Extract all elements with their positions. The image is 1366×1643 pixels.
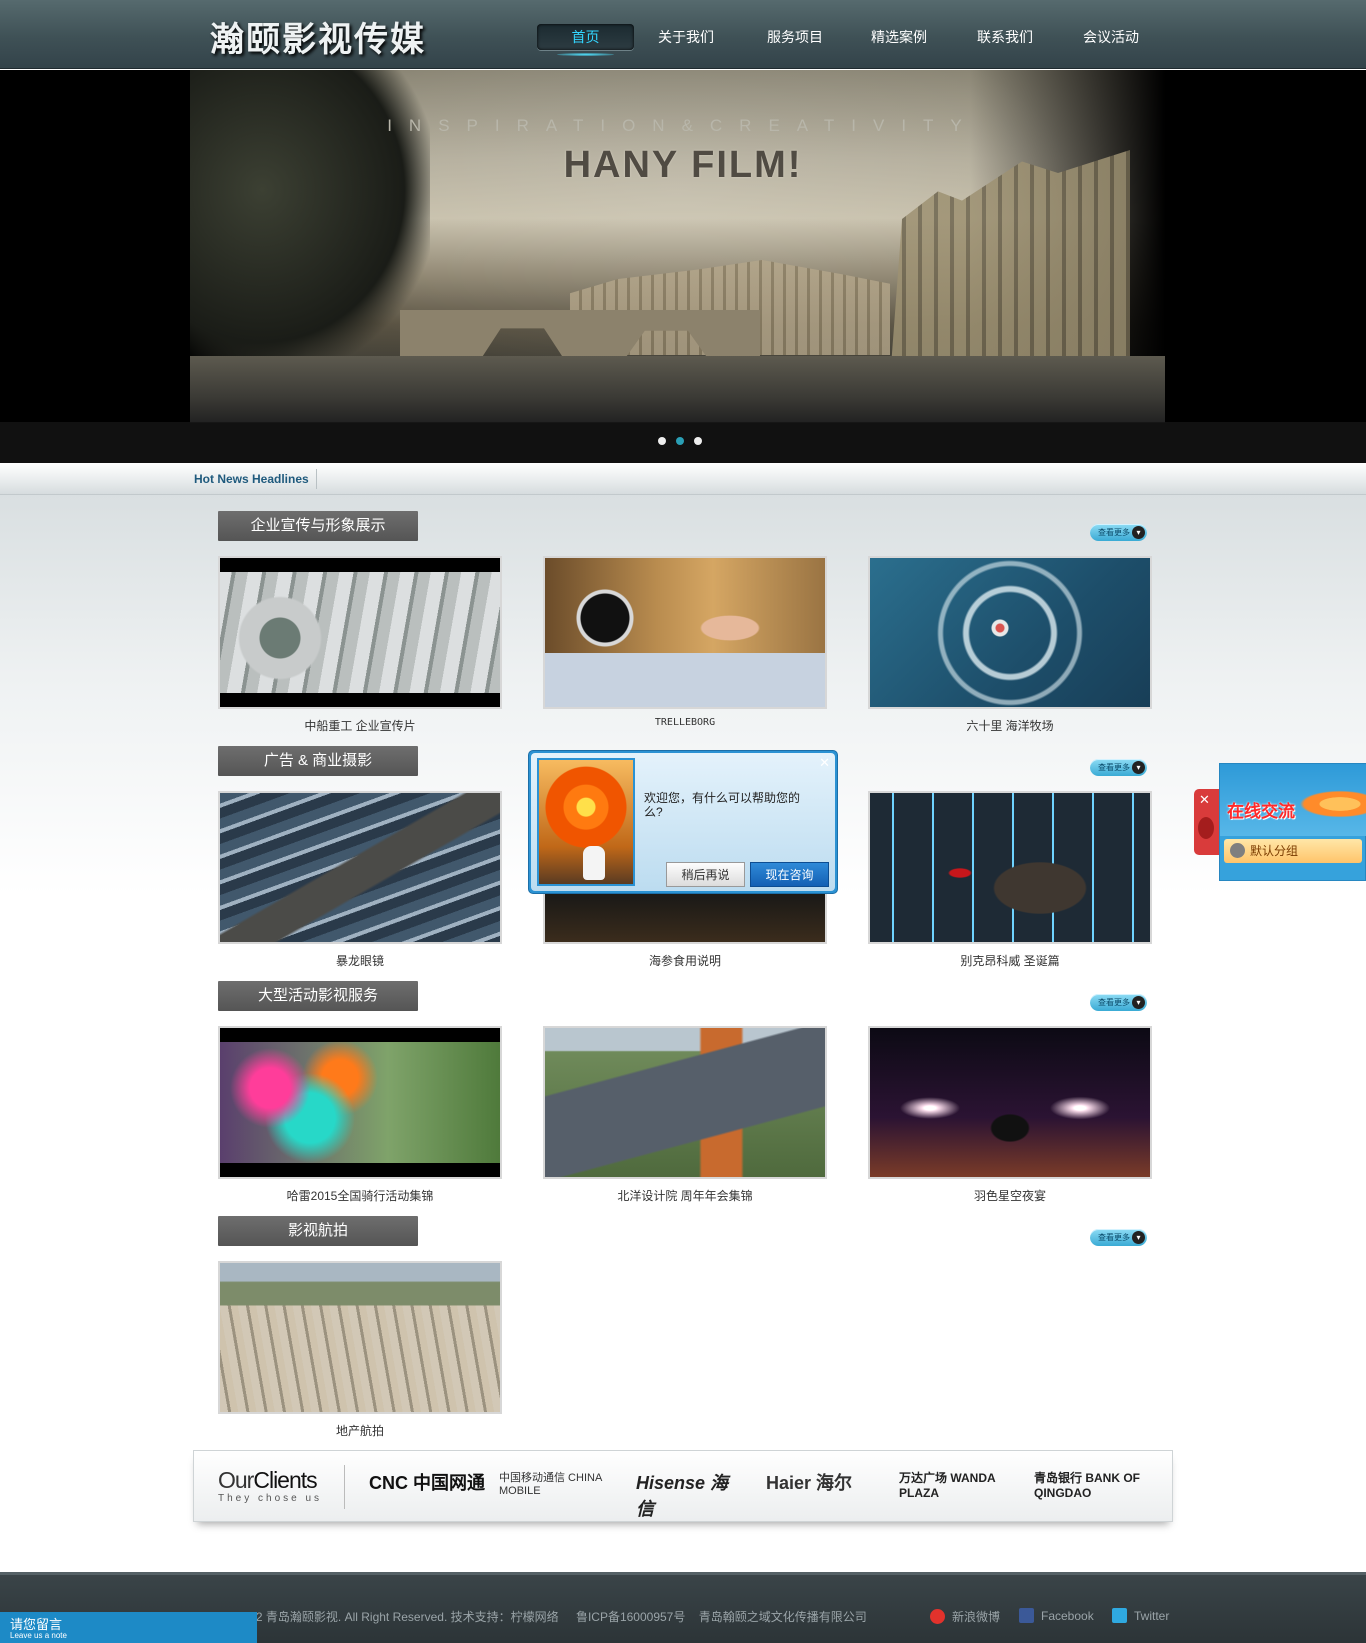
close-icon[interactable]: ✕ [1199, 792, 1210, 808]
popup-message: 欢迎您，有什么可以帮助您的么? [644, 791, 801, 819]
video-thumbnail[interactable] [868, 791, 1152, 944]
more-label: 查看更多 [1098, 763, 1130, 772]
weibo-icon [930, 1609, 945, 1624]
nav-home[interactable]: 首页 [537, 24, 634, 56]
client-logo-qingdao-bank[interactable]: 青岛银行 BANK OF QINGDAO [1034, 1469, 1144, 1500]
clients-strip: OurClients They chose us CNC 中国网通 中国移动通信… [193, 1450, 1173, 1522]
hero-banner[interactable]: INSPIRATION&CREATIVITY HANY FILM! [0, 70, 1366, 463]
close-icon[interactable]: ✕ [819, 755, 830, 771]
more-label: 查看更多 [1098, 998, 1130, 1007]
thumbnail-caption[interactable]: 六十里 海洋牧场 [868, 717, 1152, 734]
section-title: 广告 & 商业摄影 [218, 746, 418, 776]
client-logo-china-mobile[interactable]: 中国移动通信 CHINA MOBILE [499, 1469, 619, 1497]
flower-image [537, 758, 635, 886]
more-button[interactable]: 查看更多 ▾ [1090, 524, 1147, 541]
clients-title: OurClients [218, 1467, 318, 1493]
thumbnail-caption[interactable]: 暴龙眼镜 [218, 952, 502, 969]
twitter-icon [1112, 1608, 1127, 1623]
video-thumbnail[interactable] [218, 791, 502, 944]
twitter-link[interactable]: Twitter [1112, 1608, 1169, 1623]
section-title: 影视航拍 [218, 1216, 418, 1246]
consult-now-button[interactable]: 现在咨询 [750, 862, 829, 887]
video-thumbnail[interactable] [218, 1261, 502, 1414]
nav-contact[interactable]: 联系我们 [965, 24, 1045, 50]
facebook-icon [1019, 1608, 1034, 1623]
video-thumbnail[interactable] [218, 556, 502, 709]
thumbnail-caption[interactable]: 别克昂科威 圣诞篇 [868, 952, 1152, 969]
arrow-down-icon: ▾ [1132, 526, 1145, 539]
thumbnail-caption[interactable]: 哈雷2015全国骑行活动集锦 [218, 1187, 502, 1204]
client-logo-hisense[interactable]: Hisense 海信 [636, 1469, 746, 1521]
client-logo-wanda[interactable]: 万达广场 WANDA PLAZA [899, 1469, 1009, 1500]
footer-company: 青岛翰颐之域文化传播有限公司 [698, 1610, 867, 1624]
leave-note-button[interactable]: 请您留言 Leave us a note [0, 1612, 257, 1643]
thumbnail-caption[interactable]: 北洋设计院 周年年会集锦 [543, 1187, 827, 1204]
arrow-down-icon: ▾ [1132, 996, 1145, 1009]
more-button[interactable]: 查看更多 ▾ [1090, 994, 1147, 1011]
more-button[interactable]: 查看更多 ▾ [1090, 1229, 1147, 1246]
video-thumbnail[interactable] [543, 1026, 827, 1179]
client-logo-haier[interactable]: Haier 海尔 [766, 1469, 881, 1495]
thumbnail-caption[interactable]: 羽色星空夜宴 [868, 1187, 1152, 1204]
video-thumbnail[interactable] [868, 556, 1152, 709]
banner-headline: HANY FILM! [563, 144, 803, 186]
nav-cases[interactable]: 精选案例 [859, 24, 939, 50]
later-button[interactable]: 稍后再说 [666, 862, 745, 887]
footer-icp: 鲁ICP备16000957号 [575, 1610, 686, 1624]
thumbnail-caption[interactable]: 中船重工 企业宣传片 [218, 717, 502, 734]
slider-dot-3[interactable] [694, 437, 702, 445]
nav-meetings[interactable]: 会议活动 [1071, 24, 1151, 50]
chat-group-default[interactable]: 默认分组 [1224, 839, 1362, 863]
banner-tagline: INSPIRATION&CREATIVITY [387, 116, 979, 135]
video-thumbnail[interactable] [218, 1026, 502, 1179]
news-label: Hot News Headlines [194, 472, 309, 486]
weibo-link[interactable]: 新浪微博 [930, 1608, 1000, 1625]
slider-dot-1[interactable] [658, 437, 666, 445]
side-chat-tab[interactable]: ✕ [1194, 789, 1219, 855]
site-logo[interactable]: 瀚颐影视传媒 [210, 12, 426, 61]
section-title: 企业宣传与形象展示 [218, 511, 418, 541]
site-header: 瀚颐影视传媒 首页 关于我们 服务项目 精选案例 联系我们 会议活动 [0, 0, 1366, 69]
arrow-down-icon: ▾ [1132, 761, 1145, 774]
divider [344, 1465, 345, 1509]
thumbnail-caption[interactable]: TRELLEBORG [543, 717, 827, 728]
more-label: 查看更多 [1098, 1233, 1130, 1242]
side-chat-panel: 在线交流 默认分组 [1219, 763, 1366, 881]
section-title: 大型活动影视服务 [218, 981, 418, 1011]
video-thumbnail[interactable] [868, 1026, 1152, 1179]
chat-invite-popup: 欢迎您，有什么可以帮助您的么? ✕ 稍后再说 现在咨询 [528, 750, 838, 894]
facebook-link[interactable]: Facebook [1019, 1608, 1094, 1623]
user-icon [1230, 843, 1245, 858]
paw-icon [1198, 817, 1214, 839]
client-logo-cnc[interactable]: CNC 中国网通 [369, 1469, 485, 1495]
thumbnail-caption[interactable]: 海参食用说明 [543, 952, 827, 969]
video-thumbnail[interactable] [543, 556, 827, 709]
clients-subtitle: They chose us [218, 1493, 323, 1504]
arrow-down-icon: ▾ [1132, 1231, 1145, 1244]
footer-copyright: © 2010-2012 青岛瀚颐影视. All Right Reserved. … [193, 1610, 867, 1624]
nav-services[interactable]: 服务项目 [755, 24, 835, 50]
leave-note-sublabel: Leave us a note [10, 1631, 67, 1640]
side-chat-title: 在线交流 [1227, 802, 1295, 821]
slider-dot-2[interactable] [676, 437, 684, 445]
nav-about[interactable]: 关于我们 [646, 24, 726, 50]
divider [316, 469, 317, 489]
thumbnail-caption[interactable]: 地产航拍 [218, 1422, 502, 1439]
more-button[interactable]: 查看更多 ▾ [1090, 759, 1147, 776]
news-ticker: Hot News Headlines [0, 463, 1366, 495]
more-label: 查看更多 [1098, 528, 1130, 537]
